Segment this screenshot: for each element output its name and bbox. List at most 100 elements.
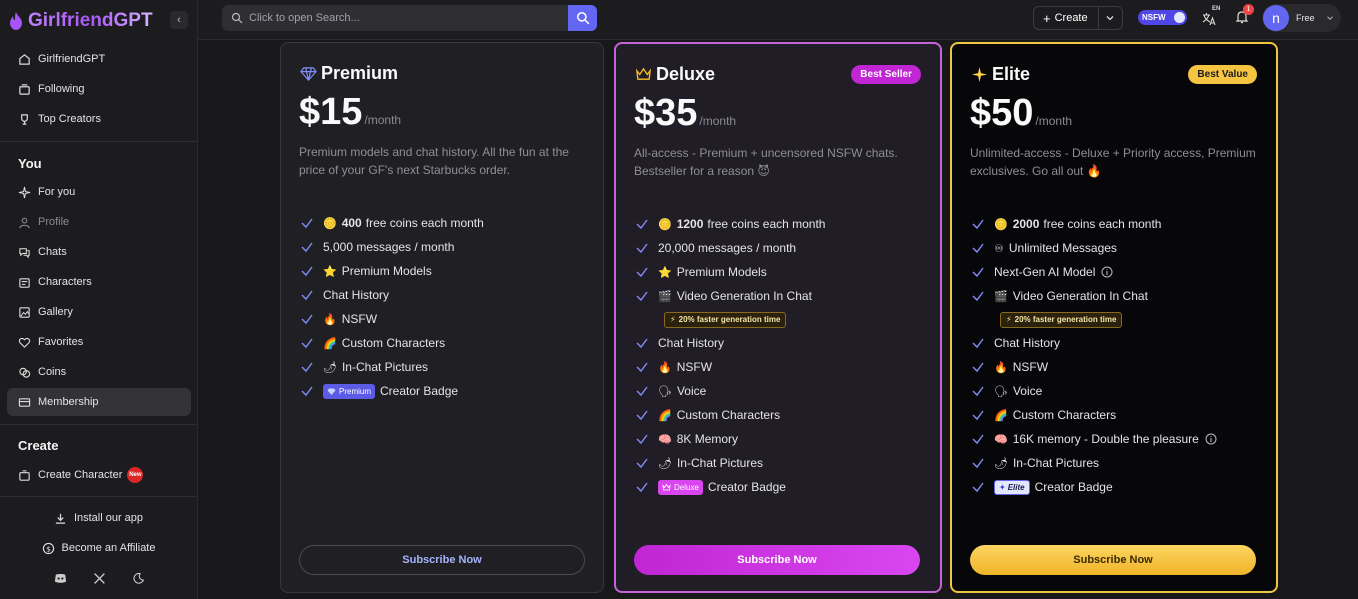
info-icon[interactable] bbox=[1101, 266, 1113, 278]
subscribe-button-premium[interactable]: Subscribe Now bbox=[299, 545, 585, 575]
chat-icon bbox=[18, 246, 31, 259]
sidebar-item-profile[interactable]: Profile bbox=[7, 208, 191, 236]
install-app-button[interactable]: Install our app bbox=[0, 508, 197, 528]
feature-item: 🧠 16K memory - Double the pleasure bbox=[970, 427, 1270, 451]
feature-item: 20,000 messages / month bbox=[634, 236, 934, 260]
language-button[interactable]: EN bbox=[1202, 6, 1224, 28]
feature-label: 8K Memory bbox=[676, 432, 739, 446]
chili-icon: 🌶 bbox=[658, 457, 672, 470]
create-button[interactable]: + Create bbox=[1033, 6, 1123, 30]
feature-item: ⭐ Premium Models bbox=[634, 260, 934, 284]
chevron-down-icon[interactable] bbox=[1104, 12, 1116, 24]
user-menu[interactable]: n Free bbox=[1262, 4, 1341, 32]
feature-label: Chat History bbox=[323, 288, 390, 302]
price-period: /month bbox=[699, 114, 737, 128]
feature-item: 🗣 Voice bbox=[634, 379, 934, 403]
check-icon bbox=[636, 482, 648, 493]
social-links bbox=[52, 570, 146, 586]
sidebar-item-for-you[interactable]: For you bbox=[7, 178, 191, 206]
search-icon bbox=[231, 12, 243, 24]
feature-label: Premium Models bbox=[676, 265, 767, 279]
divider bbox=[0, 141, 197, 142]
feature-label: Next-Gen AI Model bbox=[994, 265, 1096, 279]
collapse-sidebar-button[interactable]: ‹ bbox=[170, 11, 188, 29]
price-period: /month bbox=[1035, 114, 1073, 128]
sidebar-item-home[interactable]: GirlfriendGPT bbox=[7, 45, 191, 73]
plan-description: All-access - Premium + uncensored NSFW c… bbox=[634, 146, 898, 178]
price-amount: $15 bbox=[299, 91, 363, 133]
theme-toggle-icon[interactable] bbox=[130, 570, 146, 586]
rainbow-icon: 🌈 bbox=[658, 409, 672, 422]
language-code: EN bbox=[1212, 6, 1221, 12]
sidebar-item-characters[interactable]: Characters bbox=[7, 268, 191, 296]
best-value-badge: Best Value bbox=[1188, 65, 1257, 84]
check-icon bbox=[972, 386, 984, 397]
check-icon bbox=[972, 267, 984, 278]
deluxe-badge: Deluxe bbox=[658, 479, 703, 495]
search-button[interactable] bbox=[568, 5, 597, 31]
feature-label: Chat History bbox=[994, 336, 1061, 350]
feature-label: Custom Characters bbox=[1012, 408, 1117, 422]
subscribe-button-elite[interactable]: Subscribe Now bbox=[970, 545, 1256, 575]
user-icon bbox=[18, 216, 31, 229]
plan-card-elite: Elite Best Value $50 /month Unlimited-ac… bbox=[950, 42, 1278, 593]
search-input[interactable]: Click to open Search... bbox=[222, 5, 568, 31]
price-amount: $35 bbox=[634, 92, 698, 134]
sidebar-item-label: Favorites bbox=[38, 336, 84, 348]
flame-logo-icon bbox=[10, 12, 22, 30]
sidebar-item-coins[interactable]: Coins bbox=[7, 358, 191, 386]
coin-icon: 🪙 bbox=[323, 217, 337, 230]
plan-price: $35 /month bbox=[634, 92, 736, 135]
divider bbox=[1098, 7, 1099, 29]
sidebar-item-create-character[interactable]: Create Character New bbox=[7, 461, 191, 489]
feature-label: free coins each month bbox=[1043, 217, 1162, 231]
feature-item: 🪙 1200 free coins each month bbox=[634, 212, 934, 236]
info-icon[interactable] bbox=[1205, 433, 1217, 445]
sidebar-item-favorites[interactable]: Favorites bbox=[7, 328, 191, 356]
plan-price: $15 /month bbox=[299, 91, 401, 134]
feature-label: In-Chat Pictures bbox=[676, 456, 764, 470]
sidebar-item-following[interactable]: Following bbox=[7, 75, 191, 103]
check-icon bbox=[301, 218, 313, 229]
translate-icon bbox=[1202, 13, 1216, 26]
affiliate-button[interactable]: $ Become an Affiliate bbox=[0, 538, 197, 558]
infinity-icon: ♾ bbox=[994, 242, 1004, 255]
chili-icon: 🌶 bbox=[994, 457, 1008, 470]
x-twitter-icon[interactable] bbox=[91, 570, 107, 586]
feature-label: free coins each month bbox=[365, 216, 484, 230]
sidebar-item-label: Following bbox=[38, 83, 85, 95]
feature-label: Creator Badge bbox=[707, 480, 786, 494]
top-bar: Click to open Search... + Create NSFW EN… bbox=[198, 0, 1358, 40]
feature-label: Custom Characters bbox=[341, 336, 446, 350]
sidebar-item-membership[interactable]: Membership bbox=[7, 388, 191, 416]
feature-item: 🗣 Voice bbox=[970, 379, 1270, 403]
nsfw-toggle[interactable]: NSFW bbox=[1138, 10, 1187, 25]
sidebar-item-label: Create Character bbox=[38, 469, 123, 481]
check-icon bbox=[301, 362, 313, 373]
sidebar-item-top-creators[interactable]: Top Creators bbox=[7, 105, 191, 133]
sidebar-item-gallery[interactable]: Gallery bbox=[7, 298, 191, 326]
subscribe-button-deluxe[interactable]: Subscribe Now bbox=[634, 545, 920, 575]
diamond-icon bbox=[299, 65, 317, 83]
check-icon bbox=[636, 386, 648, 397]
home-icon bbox=[18, 53, 31, 66]
sidebar-item-chats[interactable]: Chats bbox=[7, 238, 191, 266]
feature-item: Premium Creator Badge bbox=[299, 379, 599, 403]
check-icon bbox=[301, 386, 313, 397]
gallery-icon bbox=[18, 306, 31, 319]
coins-amount: 400 bbox=[341, 216, 362, 230]
check-icon bbox=[972, 410, 984, 421]
divider bbox=[0, 496, 197, 497]
app-name: GirlfriendGPT bbox=[28, 10, 153, 31]
check-icon bbox=[636, 219, 648, 230]
feature-item: Chat History bbox=[299, 283, 599, 307]
discord-icon[interactable] bbox=[52, 570, 68, 586]
coins-amount: 1200 bbox=[676, 217, 704, 231]
feature-label: NSFW bbox=[676, 360, 713, 374]
feature-label: Custom Characters bbox=[676, 408, 781, 422]
elite-badge: ✦ Elite bbox=[994, 479, 1030, 495]
sparkle-icon: ✦ bbox=[999, 482, 1006, 492]
check-icon bbox=[972, 243, 984, 254]
feature-item: 🌶 In-Chat Pictures bbox=[634, 451, 934, 475]
logo[interactable]: GirlfriendGPT ‹ bbox=[8, 8, 190, 34]
